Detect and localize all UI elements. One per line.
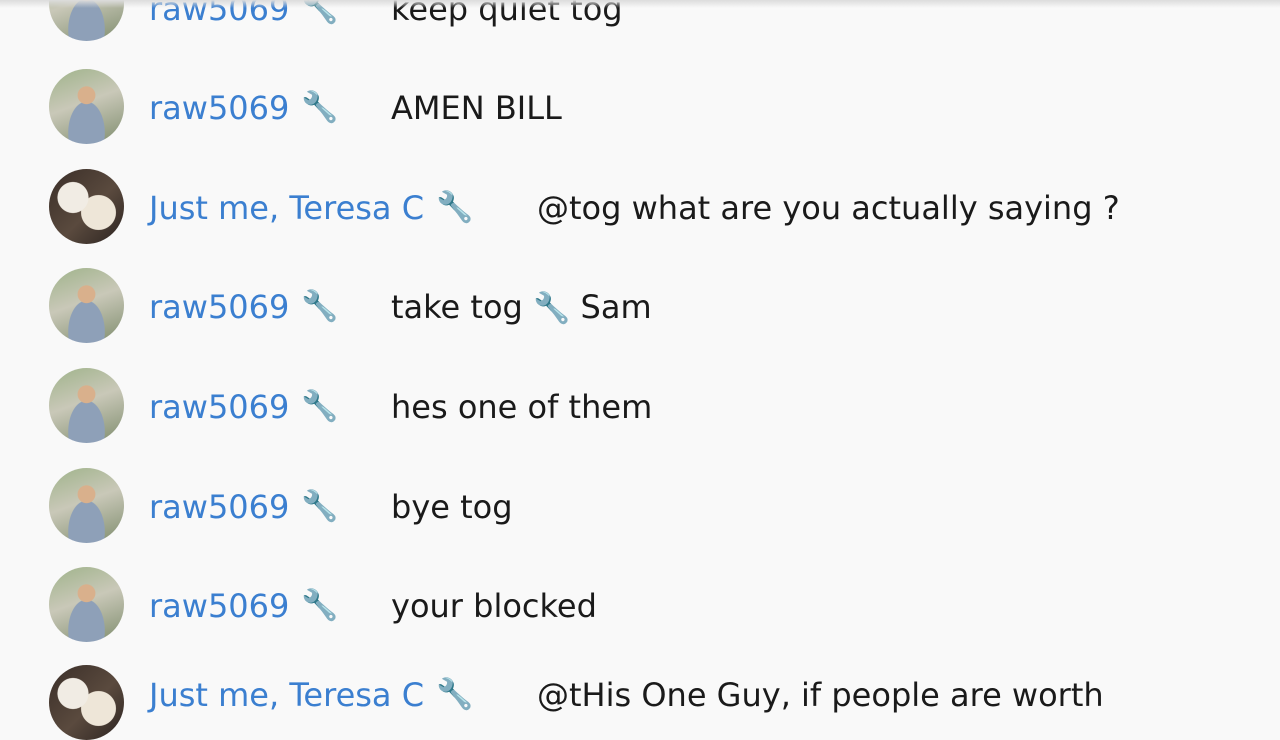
username[interactable]: raw5069 🔧 bbox=[149, 487, 339, 527]
message-text: take tog 🔧 Sam bbox=[391, 287, 652, 329]
username-text[interactable]: raw5069 bbox=[149, 388, 289, 426]
chat-message: raw5069 🔧 hes one of them bbox=[0, 365, 1280, 445]
username[interactable]: raw5069 🔧 bbox=[149, 586, 339, 626]
wrench-icon: 🔧 bbox=[301, 289, 339, 324]
username-text[interactable]: raw5069 bbox=[149, 488, 289, 526]
message-text: your blocked bbox=[391, 587, 597, 625]
wrench-icon: 🔧 bbox=[436, 677, 474, 712]
username-text[interactable]: raw5069 bbox=[149, 288, 289, 326]
chat-message: Just me, Teresa C 🔧 @tHis One Guy, if peo… bbox=[0, 640, 1280, 740]
wrench-icon: 🔧 bbox=[301, 389, 339, 424]
wrench-icon: 🔧 bbox=[533, 291, 571, 326]
message-text: bye tog bbox=[391, 488, 513, 526]
username-text[interactable]: Just me, Teresa C bbox=[149, 189, 424, 227]
username[interactable]: Just me, Teresa C 🔧 bbox=[149, 675, 473, 715]
chat-message: Just me, Teresa C 🔧 @tog what are you act… bbox=[0, 166, 1280, 246]
username[interactable]: raw5069 🔧 bbox=[149, 287, 339, 327]
chat-message: raw5069 🔧 take tog 🔧 Sam bbox=[0, 265, 1280, 345]
username-text[interactable]: raw5069 bbox=[149, 587, 289, 625]
chat-message: raw5069 🔧 your blocked bbox=[0, 564, 1280, 644]
avatar[interactable] bbox=[49, 69, 124, 144]
message-text: @tog what are you actually saying ? bbox=[537, 189, 1120, 227]
avatar[interactable] bbox=[49, 665, 124, 740]
wrench-icon: 🔧 bbox=[301, 90, 339, 125]
avatar[interactable] bbox=[49, 567, 124, 642]
chat-message-list[interactable]: raw5069 🔧 keep quiet tog raw5069 🔧 AMEN BI… bbox=[0, 0, 1280, 740]
wrench-icon: 🔧 bbox=[301, 588, 339, 623]
chat-message: raw5069 🔧 AMEN BILL bbox=[0, 66, 1280, 146]
username-text[interactable]: raw5069 bbox=[149, 89, 289, 127]
top-divider-shadow bbox=[0, 0, 1280, 8]
username[interactable]: raw5069 🔧 bbox=[149, 387, 339, 427]
message-text: AMEN BILL bbox=[391, 89, 562, 127]
chat-message: raw5069 🔧 bye tog bbox=[0, 465, 1280, 545]
username[interactable]: raw5069 🔧 bbox=[149, 88, 339, 128]
avatar[interactable] bbox=[49, 468, 124, 543]
wrench-icon: 🔧 bbox=[436, 190, 474, 225]
avatar[interactable] bbox=[49, 268, 124, 343]
message-text-part: Sam bbox=[580, 288, 652, 326]
message-text-part: take tog bbox=[391, 288, 523, 326]
message-text: hes one of them bbox=[391, 388, 653, 426]
message-text: @tHis One Guy, if people are worth bbox=[537, 676, 1104, 714]
avatar[interactable] bbox=[49, 169, 124, 244]
username[interactable]: Just me, Teresa C 🔧 bbox=[149, 188, 473, 228]
wrench-icon: 🔧 bbox=[301, 489, 339, 524]
avatar[interactable] bbox=[49, 368, 124, 443]
username-text[interactable]: Just me, Teresa C bbox=[149, 676, 424, 714]
